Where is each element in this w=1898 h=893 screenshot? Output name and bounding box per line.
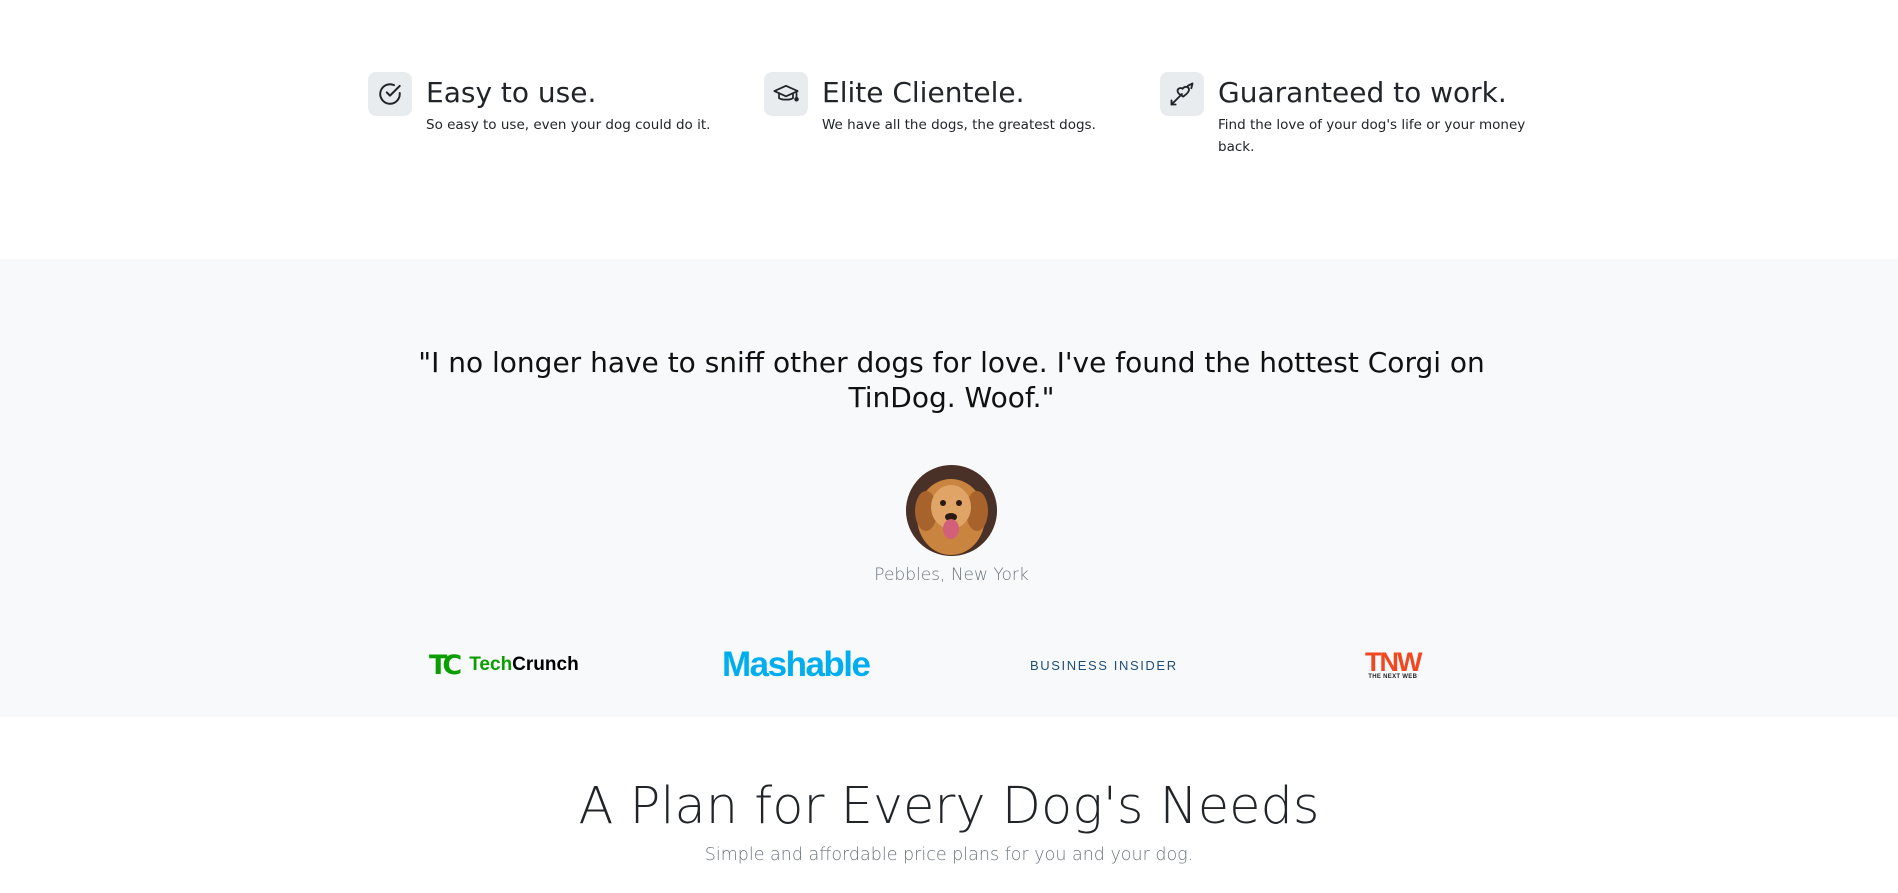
feature-title: Easy to use. <box>426 76 597 109</box>
tnw-logo: TNW THE NEXT WEB <box>1365 645 1423 685</box>
techcrunch-mark: TC <box>429 649 462 681</box>
avatar <box>906 465 997 556</box>
heart-arrow-icon <box>1160 72 1204 116</box>
feature-elite-clientele: Elite Clientele. We have all the dogs, t… <box>764 72 1122 136</box>
mashable-logo: Mashable <box>722 645 871 684</box>
check-circle-icon <box>368 72 412 116</box>
pricing-subtitle: Simple and affordable price plans for yo… <box>704 845 1194 865</box>
feature-description: Find the love of your dog's life or your… <box>1218 117 1526 155</box>
press-logos: TC Tech Crunch Mashable BUSINESS INSIDER … <box>0 645 1898 685</box>
feature-easy-to-use: Easy to use. So easy to use, even your d… <box>368 72 726 136</box>
business-insider-logo: BUSINESS INSIDER <box>1030 657 1178 673</box>
testimonial-section: "I no longer have to sniff other dogs fo… <box>0 259 1898 717</box>
techcrunch-text-b: Crunch <box>512 654 579 675</box>
feature-guaranteed: Guaranteed to work. Find the love of you… <box>1160 72 1528 158</box>
techcrunch-logo: TC Tech Crunch <box>429 645 579 685</box>
pricing-section: A Plan for Every Dog's Needs Simple and … <box>0 717 1898 893</box>
testimonial-author: Pebbles, New York <box>874 565 1029 585</box>
graduation-cap-icon <box>764 72 808 116</box>
tnw-mark: TNW <box>1365 646 1423 677</box>
tnw-subtitle: THE NEXT WEB <box>1368 673 1418 680</box>
techcrunch-text-a: Tech <box>469 654 513 675</box>
features-section: Easy to use. So easy to use, even your d… <box>0 0 1898 259</box>
pricing-title: A Plan for Every Dog's Needs <box>578 777 1320 836</box>
feature-title: Guaranteed to work. <box>1218 76 1507 109</box>
feature-description: We have all the dogs, the greatest dogs. <box>822 117 1096 133</box>
testimonial-quote: "I no longer have to sniff other dogs fo… <box>418 346 1485 414</box>
feature-description: So easy to use, even your dog could do i… <box>426 117 711 133</box>
feature-title: Elite Clientele. <box>822 76 1025 109</box>
